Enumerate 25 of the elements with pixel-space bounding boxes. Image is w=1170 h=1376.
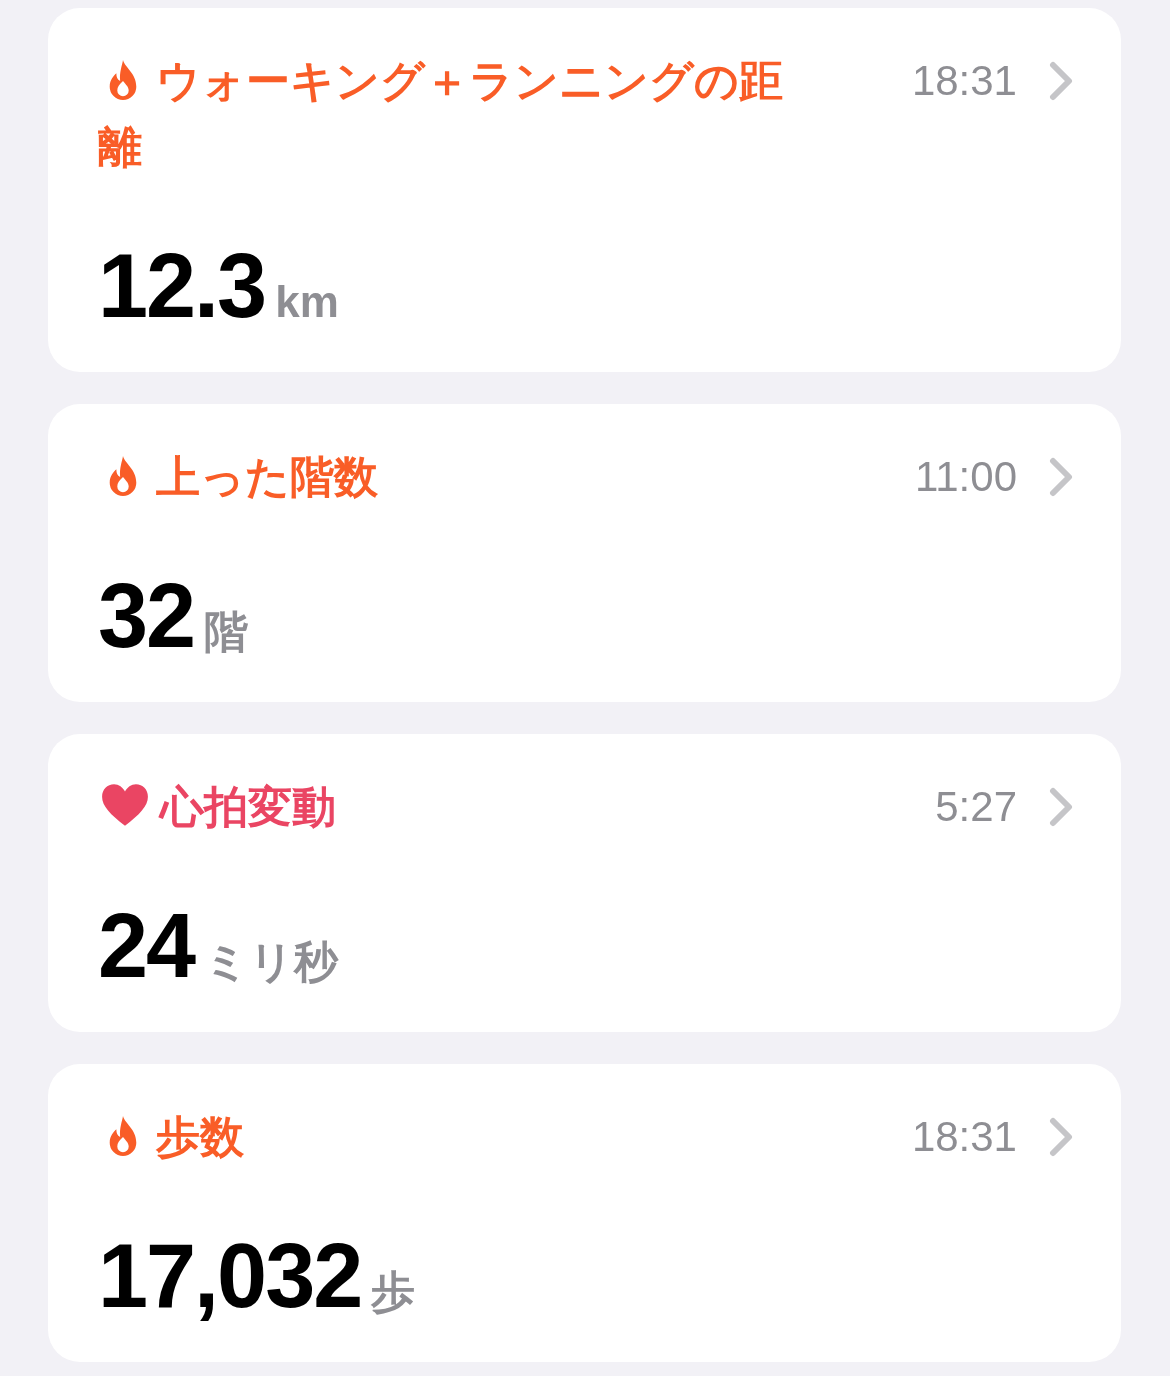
summary-card[interactable]: 歩数 18:31 17,032 歩 — [48, 1064, 1121, 1362]
timestamp: 5:27 — [935, 782, 1017, 832]
metric-value: 24 — [98, 898, 195, 994]
chevron-icon — [1049, 1117, 1073, 1157]
timestamp: 11:00 — [915, 452, 1017, 502]
card-title: 心拍変動 — [98, 774, 798, 840]
chevron-icon — [1049, 787, 1073, 827]
chevron-icon — [1049, 457, 1073, 497]
heart-icon — [100, 782, 150, 828]
metric-unit: km — [275, 277, 339, 327]
timestamp: 18:31 — [911, 1112, 1017, 1162]
metric-value: 12.3 — [98, 238, 266, 334]
metric-value: 32 — [98, 568, 195, 664]
chevron-icon — [1049, 61, 1073, 101]
metric-unit: 歩 — [371, 1266, 416, 1318]
card-title: 上った階数 — [98, 444, 798, 510]
summary-card[interactable]: 心拍変動 5:27 24 ミリ秒 — [48, 734, 1121, 1032]
metric-value: 17,032 — [98, 1228, 362, 1324]
summary-card[interactable]: ウォーキング＋ランニングの距離 18:31 12.3 km — [48, 8, 1121, 372]
card-title: 歩数 — [98, 1104, 798, 1170]
card-title: ウォーキング＋ランニングの距離 — [98, 55, 784, 173]
summary-card[interactable]: 上った階数 11:00 32 階 — [48, 404, 1121, 702]
metric-unit: 階 — [204, 606, 249, 658]
timestamp: 18:31 — [911, 56, 1017, 106]
metric-unit: ミリ秒 — [204, 936, 339, 988]
